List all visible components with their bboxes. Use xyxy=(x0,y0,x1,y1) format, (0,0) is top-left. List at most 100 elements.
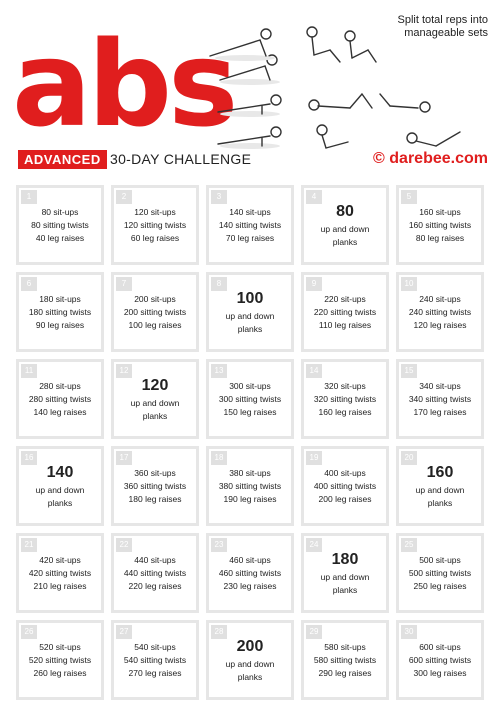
plank-label: up and down planks xyxy=(35,485,85,508)
situp-figure-1 xyxy=(306,26,341,63)
day-number: 6 xyxy=(21,277,37,291)
exercise-line: 80 sit-ups xyxy=(41,206,79,217)
day-number: 23 xyxy=(211,538,227,552)
day-number: 8 xyxy=(211,277,227,291)
exercise-line: 580 sitting twists xyxy=(313,654,377,665)
day-cell: 14 320 sit-ups 320 sitting twists 160 leg r… xyxy=(301,359,389,439)
exercise-line: 110 leg raises xyxy=(318,319,372,330)
day-number: 14 xyxy=(306,364,322,378)
day-number: 13 xyxy=(211,364,227,378)
plank-label: up and down planks xyxy=(320,572,370,595)
exercise-line: 520 sit-ups xyxy=(39,641,81,652)
day-number: 30 xyxy=(401,625,417,639)
exercise-line: 500 sitting twists xyxy=(408,567,472,578)
plank-label: up and down planks xyxy=(320,224,370,247)
day-number: 7 xyxy=(116,277,132,291)
day-number: 5 xyxy=(401,190,417,204)
day-cell: 26 520 sit-ups 520 sitting twists 260 leg r… xyxy=(16,620,104,700)
exercise-line: 420 sit-ups xyxy=(39,554,81,565)
exercise-line: 120 sit-ups xyxy=(134,206,176,217)
exercise-line: 420 sitting twists xyxy=(28,567,92,578)
exercise-line: 80 sitting twists xyxy=(31,219,89,230)
day-cell: 28 200 up and down planks xyxy=(206,620,294,700)
exercise-line: 280 sitting twists xyxy=(28,393,92,404)
plank-count: 140 xyxy=(46,464,74,481)
day-number: 16 xyxy=(21,451,37,465)
day-number: 24 xyxy=(306,538,322,552)
day-cell: 1 80 sit-ups 80 sitting twists 40 leg raise… xyxy=(16,185,104,265)
day-cell: 16 140 up and down planks xyxy=(16,446,104,526)
exercise-line: 180 sit-ups xyxy=(39,293,81,304)
exercise-line: 300 sitting twists xyxy=(218,393,282,404)
challenge-calendar: 1 80 sit-ups 80 sitting twists 40 leg raise… xyxy=(16,185,484,700)
exercise-line: 120 sitting twists xyxy=(123,219,187,230)
day-cell: 13 300 sit-ups 300 sitting twists 150 leg r… xyxy=(206,359,294,439)
day-number: 2 xyxy=(116,190,132,204)
exercise-line: 600 sitting twists xyxy=(408,654,472,665)
lying-figure-1 xyxy=(308,93,373,111)
day-number: 18 xyxy=(211,451,227,465)
plank-count: 120 xyxy=(141,377,169,394)
level-badge: ADVANCED xyxy=(18,150,107,169)
challenge-subtitle: 30-DAY CHALLENGE xyxy=(110,151,252,167)
day-cell: 22 440 sit-ups 440 sitting twists 220 leg r… xyxy=(111,533,199,613)
day-cell: 11 280 sit-ups 280 sitting twists 140 leg r… xyxy=(16,359,104,439)
day-number: 25 xyxy=(401,538,417,552)
day-cell: 7 200 sit-ups 200 sitting twists 100 leg ra… xyxy=(111,272,199,352)
plank-label: up and down planks xyxy=(225,311,275,334)
day-cell: 21 420 sit-ups 420 sitting twists 210 leg r… xyxy=(16,533,104,613)
exercise-line: 460 sitting twists xyxy=(218,567,282,578)
exercise-line: 220 sit-ups xyxy=(324,293,366,304)
plank-figure-2 xyxy=(217,94,282,117)
day-cell: 15 340 sit-ups 340 sitting twists 170 leg r… xyxy=(396,359,484,439)
day-cell: 5 160 sit-ups 160 sitting twists 80 leg rai… xyxy=(396,185,484,265)
day-number: 19 xyxy=(306,451,322,465)
plank-count: 180 xyxy=(331,551,359,568)
exercise-line: 230 leg raises xyxy=(223,580,277,591)
exercise-line: 290 leg raises xyxy=(318,667,372,678)
exercise-line: 210 leg raises xyxy=(33,580,87,591)
day-cell: 12 120 up and down planks xyxy=(111,359,199,439)
exercise-line: 40 leg raises xyxy=(35,232,85,243)
exercise-line: 540 sit-ups xyxy=(134,641,176,652)
exercise-line: 400 sitting twists xyxy=(313,480,377,491)
day-number: 20 xyxy=(401,451,417,465)
day-number: 10 xyxy=(401,277,417,291)
exercise-line: 460 sit-ups xyxy=(229,554,271,565)
plank-label: up and down planks xyxy=(130,398,180,421)
exercise-line: 90 leg raises xyxy=(35,319,85,330)
day-cell: 29 580 sit-ups 580 sitting twists 290 leg r… xyxy=(301,620,389,700)
exercise-line: 340 sit-ups xyxy=(419,380,461,391)
day-cell: 24 180 up and down planks xyxy=(301,533,389,613)
day-number: 12 xyxy=(116,364,132,378)
plank-figure-3 xyxy=(217,126,282,149)
day-cell: 20 160 up and down planks xyxy=(396,446,484,526)
day-number: 28 xyxy=(211,625,227,639)
exercise-line: 190 leg raises xyxy=(223,493,277,504)
exercise-line: 200 leg raises xyxy=(318,493,372,504)
exercise-line: 360 sitting twists xyxy=(123,480,187,491)
day-cell: 10 240 sit-ups 240 sitting twists 120 leg r… xyxy=(396,272,484,352)
exercise-line: 320 sit-ups xyxy=(324,380,366,391)
plank-count: 200 xyxy=(236,638,264,655)
exercise-line: 600 sit-ups xyxy=(419,641,461,652)
day-cell: 6 180 sit-ups 180 sitting twists 90 leg rai… xyxy=(16,272,104,352)
exercise-line: 100 leg raises xyxy=(128,319,182,330)
day-number: 4 xyxy=(306,190,322,204)
day-number: 17 xyxy=(116,451,132,465)
day-cell: 18 380 sit-ups 380 sitting twists 190 leg r… xyxy=(206,446,294,526)
twist-figure-1 xyxy=(316,124,349,149)
day-number: 11 xyxy=(21,364,37,378)
legraise-figure-1 xyxy=(379,93,431,113)
exercise-line: 440 sit-ups xyxy=(134,554,176,565)
exercise-line: 360 sit-ups xyxy=(134,467,176,478)
exercise-line: 270 leg raises xyxy=(128,667,182,678)
exercise-line: 140 sitting twists xyxy=(218,219,282,230)
exercise-line: 280 sit-ups xyxy=(39,380,81,391)
split-note: Split total reps into manageable sets xyxy=(397,14,489,39)
exercise-line: 200 sitting twists xyxy=(123,306,187,317)
day-cell: 8 100 up and down planks xyxy=(206,272,294,352)
day-cell: 23 460 sit-ups 460 sitting twists 230 leg r… xyxy=(206,533,294,613)
exercise-line: 240 sit-ups xyxy=(419,293,461,304)
plank-count: 80 xyxy=(336,203,354,220)
